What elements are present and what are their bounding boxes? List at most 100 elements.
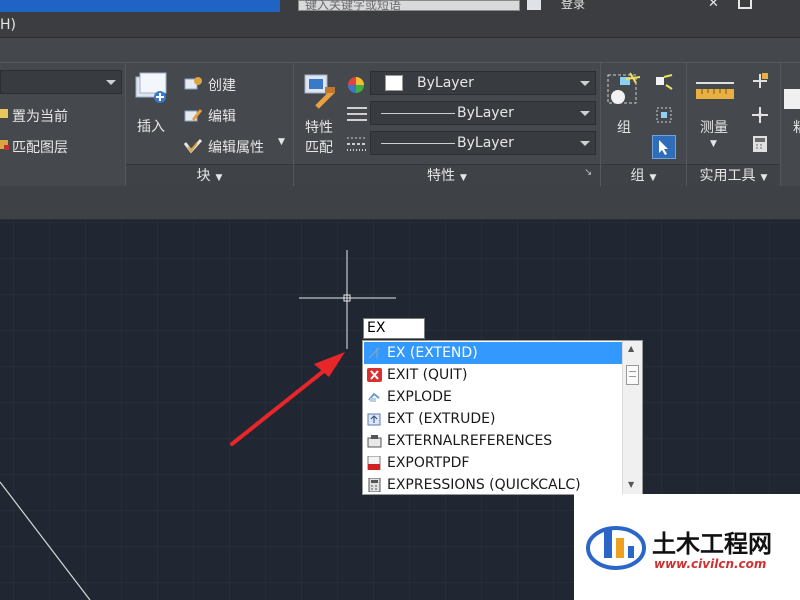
point-icon bbox=[752, 107, 768, 123]
match-properties-icon bbox=[304, 74, 335, 109]
edit-block-icon bbox=[184, 109, 203, 122]
chevron-down-icon[interactable]: ▼ bbox=[710, 139, 717, 149]
linetype-value: ByLayer bbox=[457, 105, 514, 121]
chevron-down-icon[interactable]: ▼ bbox=[278, 137, 285, 147]
panel-title-groups: 组 bbox=[630, 168, 645, 184]
linetype-preview bbox=[381, 113, 455, 114]
lineweight-value: ByLayer bbox=[457, 135, 514, 151]
search-input[interactable]: 键入关键字或短语 bbox=[298, 0, 520, 12]
chevron-down-icon bbox=[580, 141, 590, 146]
autocomplete-item[interactable]: EXPORTPDF bbox=[364, 452, 622, 474]
autocomplete-item[interactable]: EXT (EXTRUDE) bbox=[364, 408, 622, 430]
calculator-icon bbox=[753, 136, 767, 152]
group-button[interactable]: 组 bbox=[617, 117, 631, 137]
lineweight-dropdown[interactable]: ByLayer bbox=[370, 131, 596, 155]
measure-icon bbox=[696, 82, 734, 99]
watermark-logo-icon bbox=[586, 526, 646, 570]
autocomplete-item-label: EXTERNALREFERENCES bbox=[387, 433, 553, 449]
linetype-dropdown[interactable]: ByLayer bbox=[370, 101, 596, 125]
command-input[interactable]: EX bbox=[363, 318, 425, 339]
autocomplete-item-label: EXIT (QUIT) bbox=[387, 367, 468, 383]
autocomplete-item[interactable]: EX (EXTEND) bbox=[364, 342, 622, 364]
extrude-icon bbox=[367, 413, 381, 426]
layer-dropdown[interactable] bbox=[0, 70, 122, 94]
menu-help[interactable]: H) bbox=[0, 17, 16, 33]
insert-block-icon bbox=[135, 72, 167, 103]
clipboard-icon bbox=[784, 89, 800, 109]
chevron-down-icon: ▼ bbox=[760, 173, 768, 183]
cursor-icon bbox=[659, 140, 668, 155]
edit-block-button[interactable]: 编辑 bbox=[208, 106, 236, 126]
window-icon[interactable] bbox=[738, 0, 752, 9]
lineweight-preview bbox=[381, 143, 455, 144]
panel-footer-block[interactable]: 块 ▼ bbox=[126, 164, 293, 187]
edit-attributes-icon bbox=[183, 138, 203, 154]
group-icon bbox=[607, 72, 641, 104]
group-selection-toggle[interactable] bbox=[652, 135, 676, 159]
watermark-url: www.civilcn.com bbox=[654, 557, 767, 571]
xref-icon bbox=[367, 435, 382, 448]
paste-button-clipped[interactable]: 粘 bbox=[793, 117, 800, 137]
ungroup-icon bbox=[656, 74, 673, 90]
chevron-down-icon bbox=[580, 81, 590, 86]
user-icon bbox=[527, 0, 541, 10]
autocomplete-item-label: EX (EXTEND) bbox=[387, 345, 478, 361]
chevron-down-icon: ▼ bbox=[649, 173, 657, 183]
watermark: 土木工程网 www.civilcn.com bbox=[574, 494, 800, 600]
color-value: ByLayer bbox=[417, 75, 474, 91]
chevron-down-icon bbox=[580, 111, 590, 116]
measure-button[interactable]: 测量 bbox=[700, 117, 728, 137]
autocomplete-list: EX (EXTEND) EXIT (QUIT) EXPLODE EXT (EXTRUD… bbox=[362, 340, 643, 495]
set-current-button[interactable]: 置为当前 bbox=[12, 106, 68, 126]
chevron-down-icon: ▼ bbox=[215, 173, 223, 183]
pdf-icon bbox=[367, 456, 381, 470]
quick-select-icon bbox=[753, 73, 768, 88]
panel-separator bbox=[780, 63, 781, 187]
autocomplete-scrollbar[interactable]: ▲ ▼ bbox=[622, 341, 642, 494]
watermark-title: 土木工程网 bbox=[652, 530, 772, 558]
match-properties-label-1[interactable]: 特性 bbox=[305, 117, 333, 137]
scroll-thumb[interactable] bbox=[626, 365, 639, 385]
chevron-down-icon: ▼ bbox=[460, 173, 467, 183]
login-button[interactable]: 登录 bbox=[527, 0, 607, 11]
autocomplete-item-label: EXPORTPDF bbox=[387, 455, 470, 471]
exit-icon bbox=[367, 368, 382, 382]
panel-footer-properties[interactable]: 特性 ▼ bbox=[294, 164, 600, 187]
edit-attributes-button[interactable]: 编辑属性 bbox=[208, 137, 264, 157]
menu-bar: H) bbox=[0, 12, 800, 38]
color-dropdown[interactable]: ByLayer bbox=[370, 71, 596, 95]
autocomplete-item[interactable]: EXPLODE bbox=[364, 386, 622, 408]
scroll-up-icon[interactable]: ▲ bbox=[628, 344, 634, 353]
autocomplete-item[interactable]: EXTERNALREFERENCES bbox=[364, 430, 622, 452]
panel-footer-utilities[interactable]: 实用工具 ▼ bbox=[687, 164, 780, 187]
autocomplete-item-label: EXPRESSIONS (QUICKCALC) bbox=[387, 477, 581, 493]
panel-title-properties: 特性 bbox=[427, 168, 456, 184]
close-icon[interactable]: ✕ bbox=[708, 0, 719, 11]
autocomplete-item-label: EXPLODE bbox=[387, 389, 452, 405]
title-area bbox=[0, 0, 280, 12]
match-layer-icon bbox=[0, 140, 9, 150]
panel-title-block: 块 bbox=[196, 168, 211, 184]
set-current-icon bbox=[0, 109, 8, 118]
create-block-icon bbox=[184, 77, 202, 90]
ribbon-tab-strip bbox=[0, 38, 800, 62]
create-block-button[interactable]: 创建 bbox=[208, 75, 236, 95]
file-tab-strip bbox=[0, 186, 800, 220]
autocomplete-item-label: EXT (EXTRUDE) bbox=[387, 411, 496, 427]
dialog-launcher-icon[interactable]: ↘ bbox=[584, 167, 592, 178]
insert-button[interactable]: 插入 bbox=[137, 116, 165, 136]
autocomplete-item[interactable]: EXIT (QUIT) bbox=[364, 364, 622, 386]
ribbon: 置为当前 匹配图层 插入 创建 编辑 编辑属性 ▼ 块 ▼ 特性 匹配 ByLay… bbox=[0, 62, 800, 187]
lineweight-icon bbox=[347, 137, 367, 151]
color-wheel-icon bbox=[348, 77, 364, 93]
autocomplete-item[interactable]: EXPRESSIONS (QUICKCALC) bbox=[364, 474, 622, 496]
extend-icon bbox=[368, 347, 380, 359]
color-swatch bbox=[385, 75, 403, 91]
login-label: 登录 bbox=[561, 0, 586, 11]
panel-footer-groups[interactable]: 组 ▼ bbox=[601, 164, 686, 187]
match-layer-button[interactable]: 匹配图层 bbox=[12, 137, 68, 157]
scroll-down-icon[interactable]: ▼ bbox=[628, 480, 634, 489]
explode-icon bbox=[368, 392, 380, 402]
linetype-icon bbox=[347, 107, 367, 121]
match-properties-label-2[interactable]: 匹配 bbox=[305, 137, 333, 157]
